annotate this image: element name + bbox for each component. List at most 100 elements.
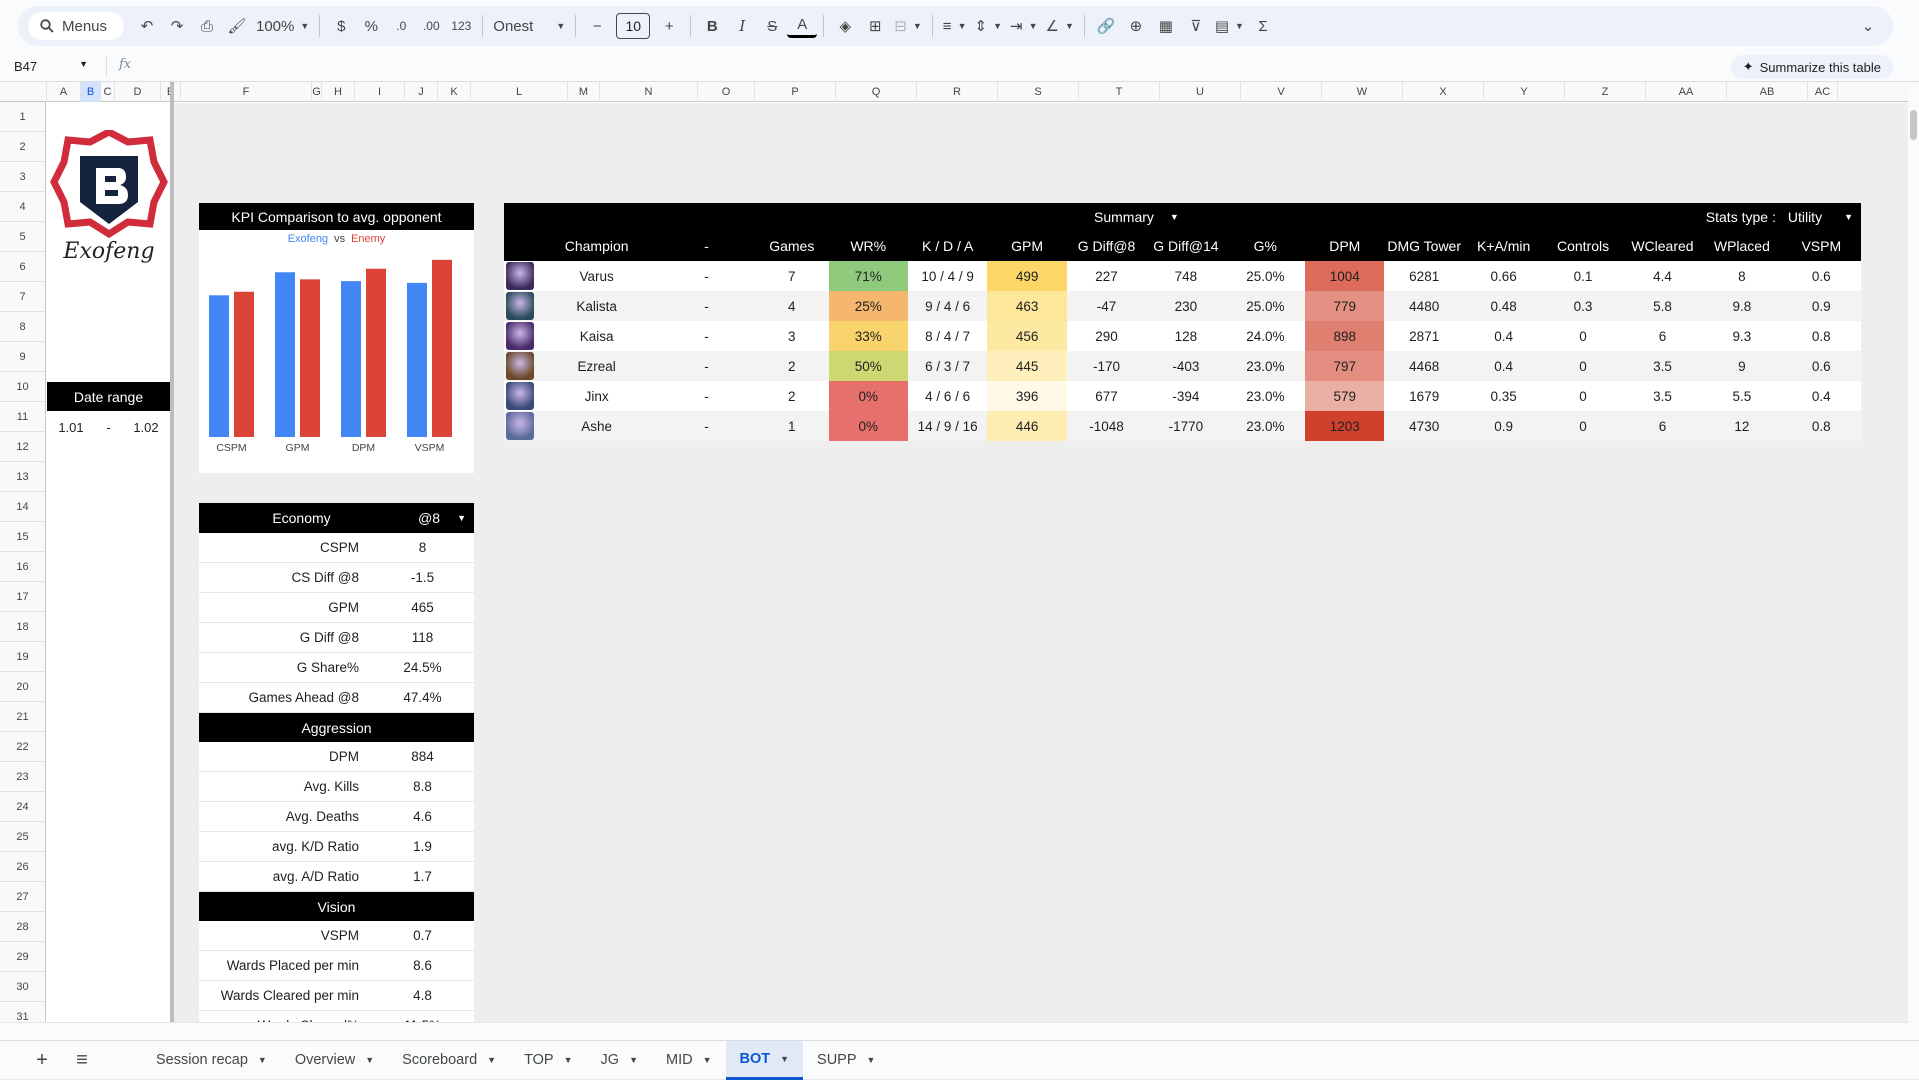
bar-cspm-exofeng[interactable] [209, 295, 229, 437]
column-header-w[interactable]: W [1322, 82, 1403, 102]
percent-button[interactable]: % [356, 10, 386, 42]
name-box[interactable]: B47 ▼ [0, 59, 98, 74]
decrease-font-size-button[interactable]: − [582, 10, 612, 42]
chevron-down-icon[interactable]: ▼ [258, 1055, 267, 1065]
currency-button[interactable]: $ [326, 10, 356, 42]
column-header-ac[interactable]: AC [1808, 82, 1838, 102]
column-header-q[interactable]: Q [836, 82, 917, 102]
bar-gpm-exofeng[interactable] [275, 272, 295, 437]
row-header-9[interactable]: 9 [0, 342, 45, 372]
column-header-b[interactable]: B [81, 82, 101, 102]
row-header-12[interactable]: 12 [0, 432, 45, 462]
align-horizontal-icon[interactable]: ≡ ▼ [939, 10, 971, 42]
column-header-n[interactable]: N [600, 82, 698, 102]
font-size-input[interactable]: 10 [616, 13, 651, 39]
column-header-s[interactable]: S [998, 82, 1079, 102]
tab-overview[interactable]: Overview ▼ [281, 1041, 388, 1080]
column-header-x[interactable]: X [1403, 82, 1484, 102]
column-header-m[interactable]: M [568, 82, 600, 102]
row-header-1[interactable]: 1 [0, 102, 45, 132]
bar-dpm-enemy[interactable] [366, 268, 386, 437]
row-header-23[interactable]: 23 [0, 762, 45, 792]
row-header-6[interactable]: 6 [0, 252, 45, 282]
text-color-button[interactable]: A [787, 14, 818, 38]
row-header-7[interactable]: 7 [0, 282, 45, 312]
paint-format-icon[interactable]: 🖌 [222, 10, 252, 42]
row-header-5[interactable]: 5 [0, 222, 45, 252]
column-header-v[interactable]: V [1241, 82, 1322, 102]
row-header-28[interactable]: 28 [0, 912, 45, 942]
summary-select[interactable]: Summary ▼ [1094, 209, 1179, 225]
row-header-8[interactable]: 8 [0, 312, 45, 342]
scroll-thumb[interactable] [1910, 110, 1917, 140]
row-header-3[interactable]: 3 [0, 162, 45, 192]
link-icon[interactable]: 🔗 [1091, 10, 1121, 42]
italic-button[interactable]: I [727, 10, 757, 42]
bar-dpm-exofeng[interactable] [341, 281, 361, 437]
number-format-button[interactable]: 123 [446, 10, 476, 42]
row-header-11[interactable]: 11 [0, 402, 45, 432]
row-header-13[interactable]: 13 [0, 462, 45, 492]
comment-icon[interactable]: ⊕ [1121, 10, 1151, 42]
row-header-10[interactable]: 10 [0, 372, 45, 402]
chevron-down-icon[interactable]: ▼ [780, 1054, 789, 1064]
row-header-16[interactable]: 16 [0, 552, 45, 582]
vertical-scrollbar[interactable] [1908, 82, 1919, 1040]
chevron-down-icon[interactable]: ▼ [487, 1055, 496, 1065]
tab-jg[interactable]: JG ▼ [587, 1041, 652, 1080]
column-header-g[interactable]: G [312, 82, 322, 102]
column-header-r[interactable]: R [917, 82, 998, 102]
date-from[interactable]: 1.01 [58, 420, 83, 435]
increase-font-size-button[interactable]: + [654, 10, 684, 42]
table-view-icon[interactable]: ▤ ▼ [1211, 10, 1248, 42]
bold-button[interactable]: B [697, 10, 727, 42]
row-header-30[interactable]: 30 [0, 972, 45, 1002]
column-header-o[interactable]: O [698, 82, 755, 102]
kpi-chart[interactable]: KPI Comparison to avg. opponent Exofeng v… [199, 203, 474, 473]
text-rotate-icon[interactable]: ∠ ▼ [1041, 10, 1077, 42]
menus-search[interactable]: Menus [28, 12, 124, 40]
borders-icon[interactable]: ⊞ [860, 10, 890, 42]
all-sheets-icon[interactable]: ≡ [62, 1044, 102, 1076]
column-header-t[interactable]: T [1079, 82, 1160, 102]
row-header-29[interactable]: 29 [0, 942, 45, 972]
column-header-u[interactable]: U [1160, 82, 1241, 102]
select-all-corner[interactable] [0, 82, 47, 102]
bar-vspm-enemy[interactable] [432, 259, 452, 437]
row-header-26[interactable]: 26 [0, 852, 45, 882]
row-header-19[interactable]: 19 [0, 642, 45, 672]
row-header-21[interactable]: 21 [0, 702, 45, 732]
column-header-c[interactable]: C [101, 82, 115, 102]
zoom-select[interactable]: 100% ▼ [252, 10, 313, 42]
horizontal-scrollbar[interactable] [0, 1022, 1908, 1040]
tab-scoreboard[interactable]: Scoreboard ▼ [388, 1041, 510, 1080]
chevron-down-icon[interactable]: ▼ [564, 1055, 573, 1065]
increase-decimal-button[interactable]: .00 [416, 10, 446, 42]
row-header-27[interactable]: 27 [0, 882, 45, 912]
tab-top[interactable]: TOP ▼ [510, 1041, 586, 1080]
date-to[interactable]: 1.02 [133, 420, 158, 435]
column-header-h[interactable]: H [322, 82, 355, 102]
column-header-j[interactable]: J [405, 82, 438, 102]
strikethrough-button[interactable]: S [757, 10, 787, 42]
column-header-ab[interactable]: AB [1727, 82, 1808, 102]
row-header-15[interactable]: 15 [0, 522, 45, 552]
column-header-i[interactable]: I [355, 82, 405, 102]
row-header-4[interactable]: 4 [0, 192, 45, 222]
collapse-toolbar-icon[interactable]: ⌄ [1853, 10, 1883, 42]
chart-icon[interactable]: ▦ [1151, 10, 1181, 42]
decrease-decimal-button[interactable]: .0 [386, 10, 416, 42]
bar-cspm-enemy[interactable] [234, 291, 254, 437]
column-header-aa[interactable]: AA [1646, 82, 1727, 102]
align-vertical-icon[interactable]: ⇕ ▼ [970, 10, 1006, 42]
functions-icon[interactable]: Σ [1248, 10, 1278, 42]
tab-supp[interactable]: SUPP ▼ [803, 1041, 889, 1080]
freeze-divider[interactable] [170, 82, 174, 1022]
tab-session-recap[interactable]: Session recap ▼ [142, 1041, 281, 1080]
chevron-down-icon[interactable]: ▼ [365, 1055, 374, 1065]
add-sheet-icon[interactable]: + [22, 1044, 62, 1076]
column-header-k[interactable]: K [438, 82, 471, 102]
row-header-18[interactable]: 18 [0, 612, 45, 642]
economy-at-select[interactable]: @8 ▼ [404, 510, 474, 526]
row-header-17[interactable]: 17 [0, 582, 45, 612]
